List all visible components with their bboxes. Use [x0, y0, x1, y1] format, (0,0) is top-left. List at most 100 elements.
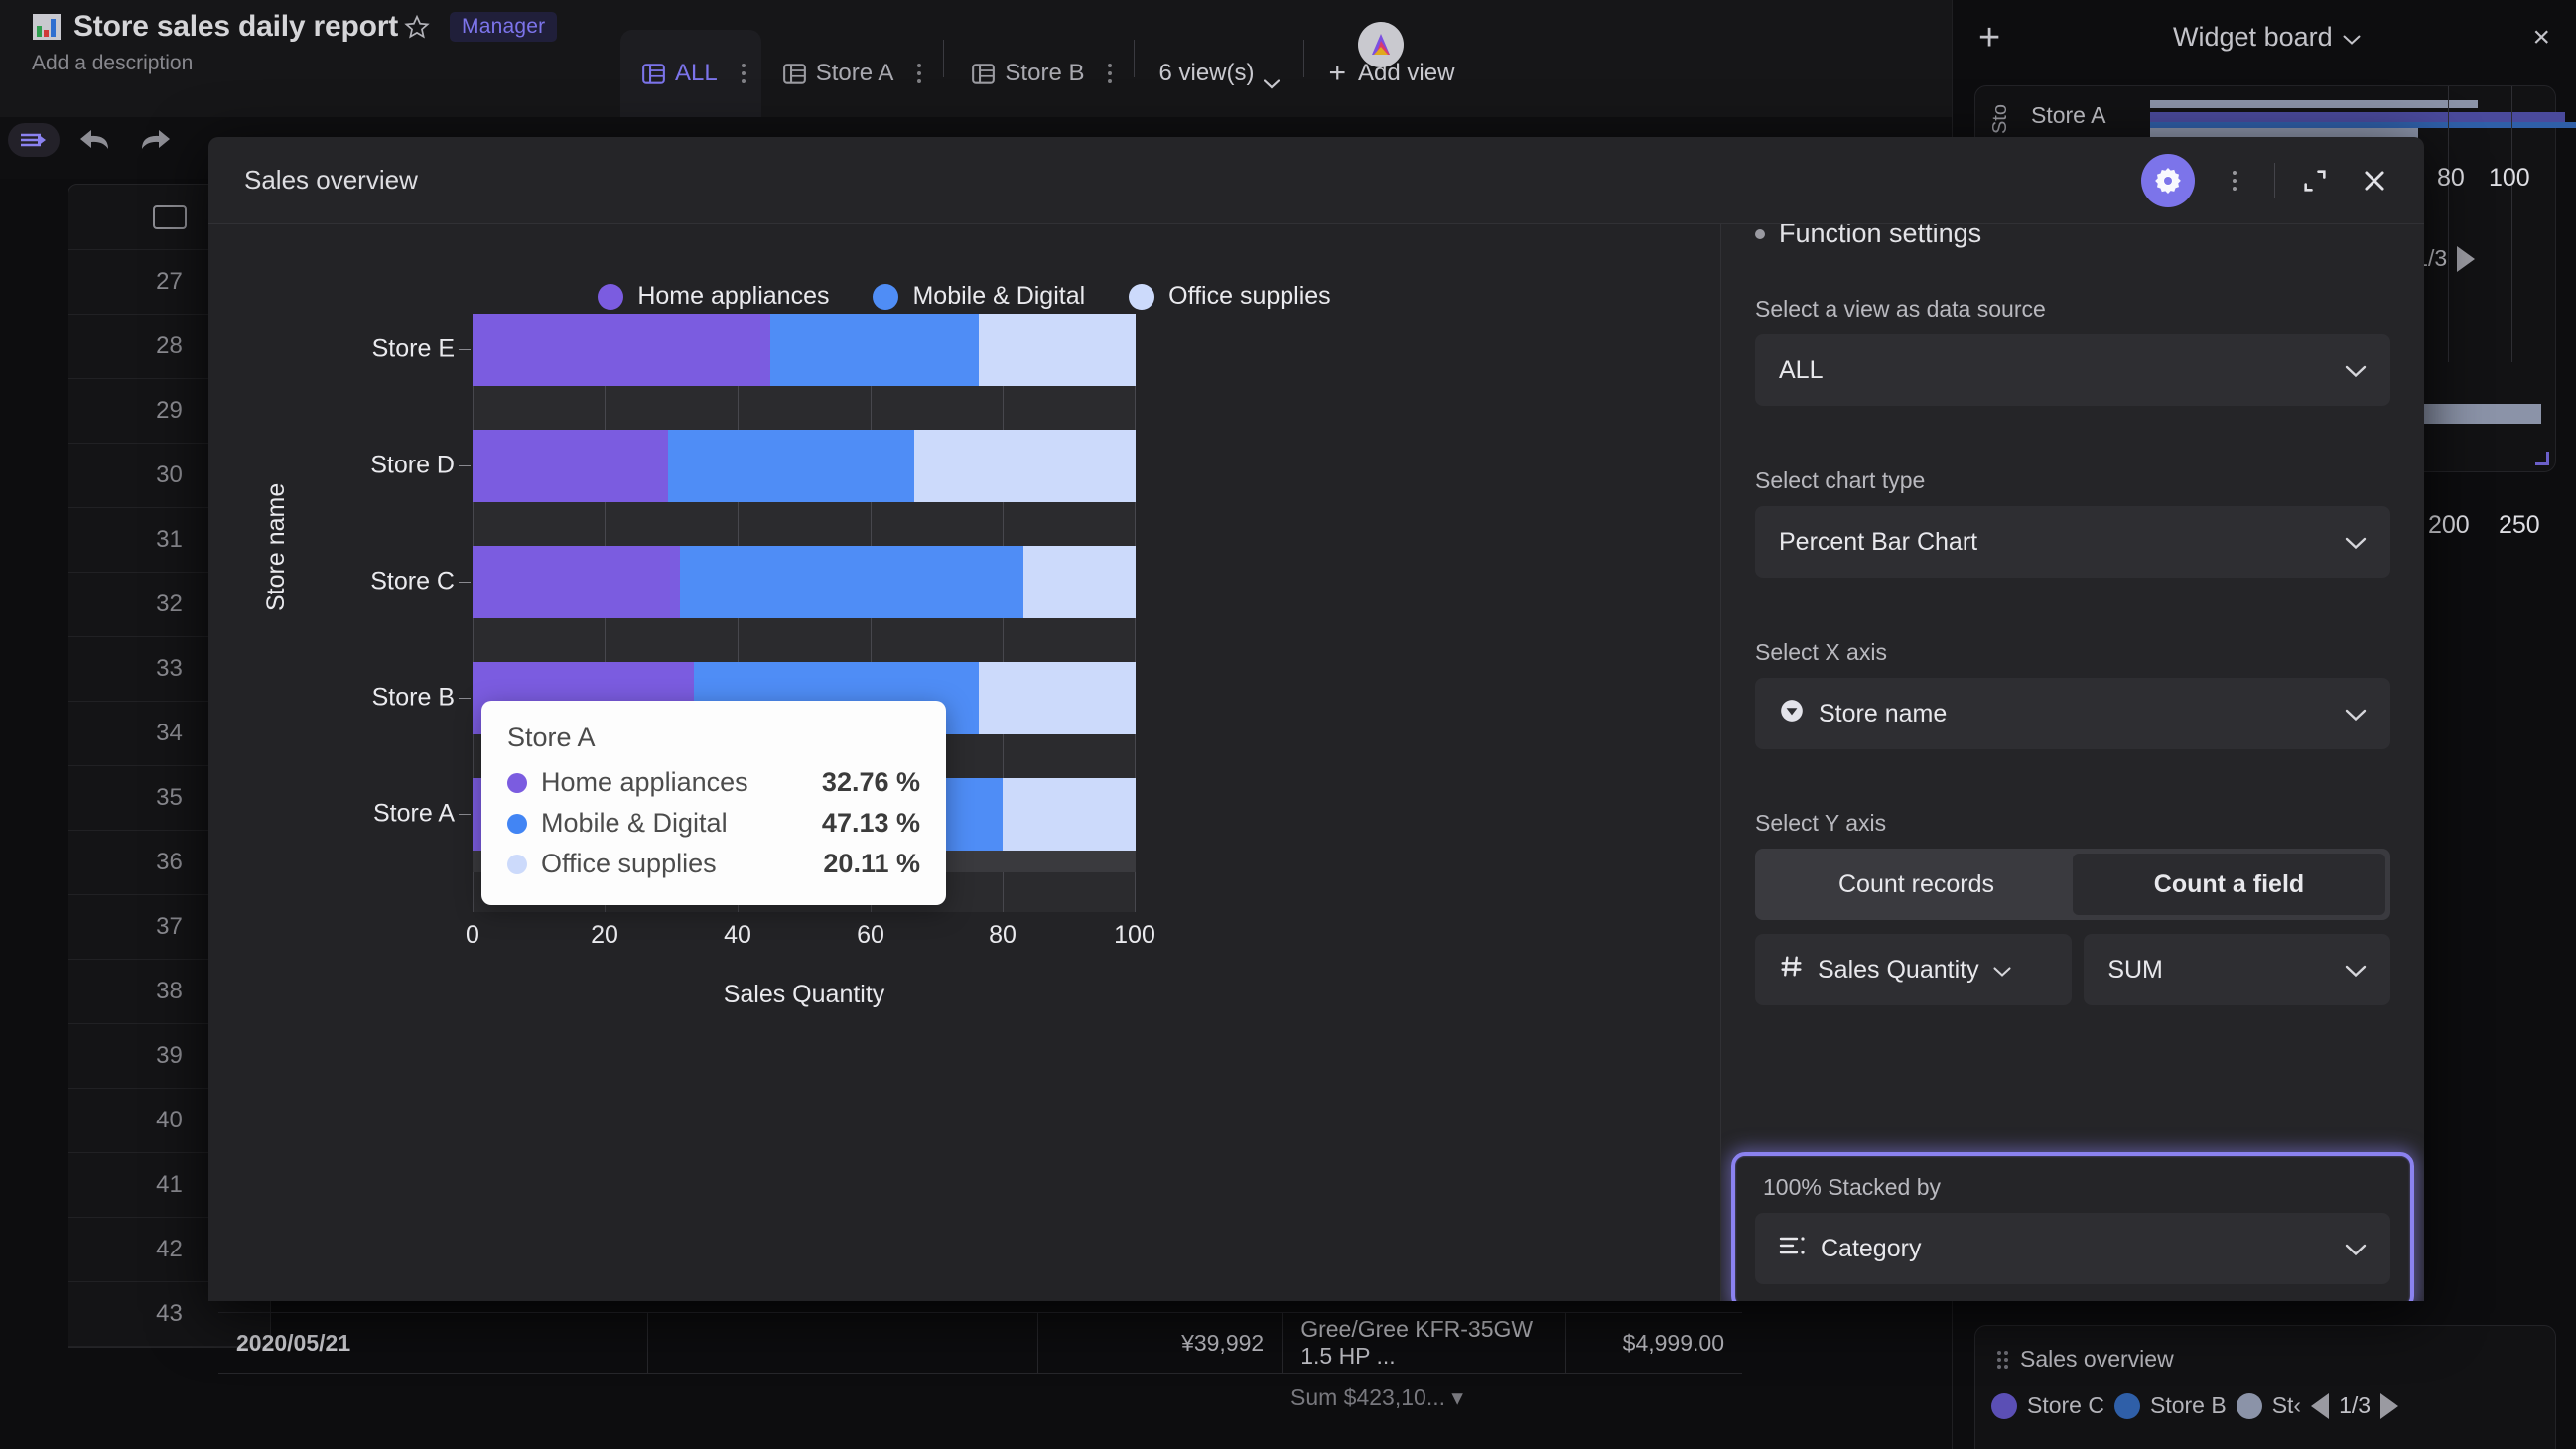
x-axis-title: Sales Quantity	[723, 981, 885, 1008]
tab-more-icon[interactable]	[917, 64, 922, 83]
widget-board-title-label: Widget board	[2173, 22, 2333, 52]
bar-segment-mobile-digital[interactable]	[680, 546, 1024, 618]
widget-page-indicator: 1/3	[2339, 1392, 2372, 1418]
y-axis-mode-toggle: Count records Count a field	[1755, 849, 2390, 920]
legend-item[interactable]: Mobile & Digital	[873, 282, 1085, 311]
legend-color-dot	[2236, 1392, 2262, 1419]
tooltip-series-name: Home appliances	[541, 767, 748, 797]
y-axis-group: Select Y axis Count records Count a fiel…	[1755, 810, 2390, 1005]
widget-card-bottom[interactable]: Sales overview Store C Store B St‹ 1/3	[1974, 1325, 2556, 1449]
modal-actions	[2141, 153, 2394, 207]
bar-segment-office-supplies[interactable]	[978, 662, 1136, 734]
modal-header: Sales overview	[208, 137, 2424, 224]
axis-tick	[459, 814, 471, 815]
tab-more-icon[interactable]	[1108, 64, 1113, 83]
widget-legend: Store C Store B St‹ 1/3	[1975, 1373, 2555, 1439]
bar-segment-home-appliances[interactable]	[473, 314, 770, 386]
legend-item[interactable]: Home appliances	[598, 282, 829, 311]
tab-store-b[interactable]: Store B	[950, 30, 1128, 117]
undo-icon[interactable]	[77, 127, 111, 153]
bar-segment-office-supplies[interactable]	[1023, 546, 1136, 618]
tab-all[interactable]: ALL	[620, 30, 761, 117]
cell-amount[interactable]: ¥39,992	[1038, 1312, 1284, 1374]
widget-category-label: Store A	[2031, 102, 2106, 128]
sidebar-toggle-icon[interactable]	[8, 123, 60, 157]
stacked-by-select[interactable]: Category	[1755, 1213, 2390, 1284]
column-summary[interactable]: Sum $423,10... ▾	[1290, 1384, 1463, 1411]
cell-price[interactable]: $4,999.00	[1566, 1312, 1742, 1374]
chart-type-select[interactable]: Percent Bar Chart	[1755, 506, 2390, 578]
bar-segment-office-supplies[interactable]	[978, 314, 1136, 386]
gridline	[2448, 86, 2449, 362]
count-a-field-option[interactable]: Count a field	[2073, 854, 2385, 915]
chevron-down-icon	[2343, 22, 2361, 53]
more-vertical-icon[interactable]	[2215, 161, 2254, 200]
y-aggregate-select[interactable]: SUM	[2084, 934, 2390, 1005]
views-count-dropdown[interactable]: 6 view(s)	[1141, 30, 1297, 117]
chevron-down-icon	[2345, 700, 2367, 728]
prev-page-icon[interactable]	[2311, 1392, 2330, 1419]
cell-blank[interactable]	[648, 1312, 1039, 1374]
cell-date[interactable]: 2020/05/21	[218, 1312, 648, 1374]
cell-product[interactable]: Gree/Gree KFR-35GW 1.5 HP ...	[1283, 1312, 1566, 1374]
expand-icon[interactable]	[2295, 161, 2335, 200]
tooltip-series-value: 32.76 %	[821, 767, 920, 797]
axis-tick	[459, 582, 471, 583]
legend-label: Mobile & Digital	[912, 282, 1086, 310]
x-axis-label: Select X axis	[1755, 639, 1887, 665]
chevron-down-icon	[2345, 956, 2367, 985]
count-records-option[interactable]: Count records	[1760, 854, 2073, 915]
close-icon[interactable]	[2355, 161, 2394, 200]
close-widget-board-button[interactable]: ×	[2532, 21, 2550, 55]
chart-type-group: Select chart type Percent Bar Chart	[1755, 467, 2390, 578]
axis-tick	[459, 349, 471, 350]
legend-color-dot	[1991, 1392, 2017, 1419]
chevron-down-icon	[1993, 956, 2011, 985]
gear-icon[interactable]	[2141, 153, 2195, 207]
bar-store-e[interactable]: Store E	[372, 314, 1136, 386]
tooltip-row: Office supplies 20.11 %	[507, 849, 920, 879]
tab-label: Store B	[1005, 60, 1085, 86]
redo-icon[interactable]	[139, 127, 173, 153]
bar-segment-mobile-digital[interactable]	[668, 430, 914, 502]
role-badge: Manager	[450, 12, 558, 42]
star-outline-icon[interactable]	[404, 14, 430, 40]
tab-store-a[interactable]: Store A	[761, 30, 938, 117]
add-widget-button[interactable]: +	[1978, 19, 2000, 57]
axis-tick	[459, 465, 471, 466]
bar-segment-home-appliances[interactable]	[473, 546, 681, 618]
tab-label: Store A	[815, 60, 894, 86]
x-tick-label: 0	[466, 921, 479, 949]
legend-item[interactable]: Office supplies	[1129, 282, 1331, 311]
stacked-by-label: 100% Stacked by	[1763, 1174, 1942, 1200]
next-page-icon[interactable]	[2457, 245, 2476, 272]
data-source-select[interactable]: ALL	[1755, 334, 2390, 406]
widget-card-title-row: Sales overview	[1975, 1326, 2555, 1373]
widget-board-title[interactable]: Widget board	[2173, 22, 2361, 53]
function-settings-header[interactable]: Function settings	[1755, 224, 2390, 249]
chevron-down-icon	[1264, 68, 1281, 89]
drag-handle-icon[interactable]	[1997, 1350, 2008, 1369]
bar-store-c[interactable]: Store C	[370, 546, 1136, 618]
y-aggregate-value: SUM	[2107, 955, 2163, 984]
tab-more-icon[interactable]	[741, 64, 746, 83]
legend-label: St‹	[2271, 1392, 2302, 1418]
description-placeholder[interactable]: Add a description	[32, 52, 557, 75]
bar-segment-office-supplies[interactable]	[913, 430, 1136, 502]
settings-pane: Function settings Select a view as data …	[1720, 224, 2424, 1301]
bar-segment-mobile-digital[interactable]	[769, 314, 979, 386]
resize-handle[interactable]	[2535, 452, 2549, 465]
widget-pager-bottom[interactable]: 1/3	[2311, 1392, 2399, 1419]
next-page-icon[interactable]	[2380, 1392, 2399, 1419]
bar-segment-office-supplies[interactable]	[1002, 778, 1136, 851]
x-axis-value: Store name	[1819, 699, 1948, 727]
avatar[interactable]	[1358, 22, 1404, 67]
bar-segment-home-appliances[interactable]	[473, 430, 669, 502]
legend-label: Store C	[2027, 1392, 2104, 1418]
table-row[interactable]: 2020/05/21 ¥39,992 Gree/Gree KFR-35GW 1.…	[218, 1312, 1742, 1374]
x-tick-label: 20	[591, 921, 618, 949]
y-field-select[interactable]: Sales Quantity	[1755, 934, 2073, 1005]
bar-store-d[interactable]: Store D	[370, 430, 1136, 502]
widget-board-header: + Widget board ×	[1953, 0, 2576, 74]
x-axis-select[interactable]: Store name	[1755, 678, 2390, 749]
